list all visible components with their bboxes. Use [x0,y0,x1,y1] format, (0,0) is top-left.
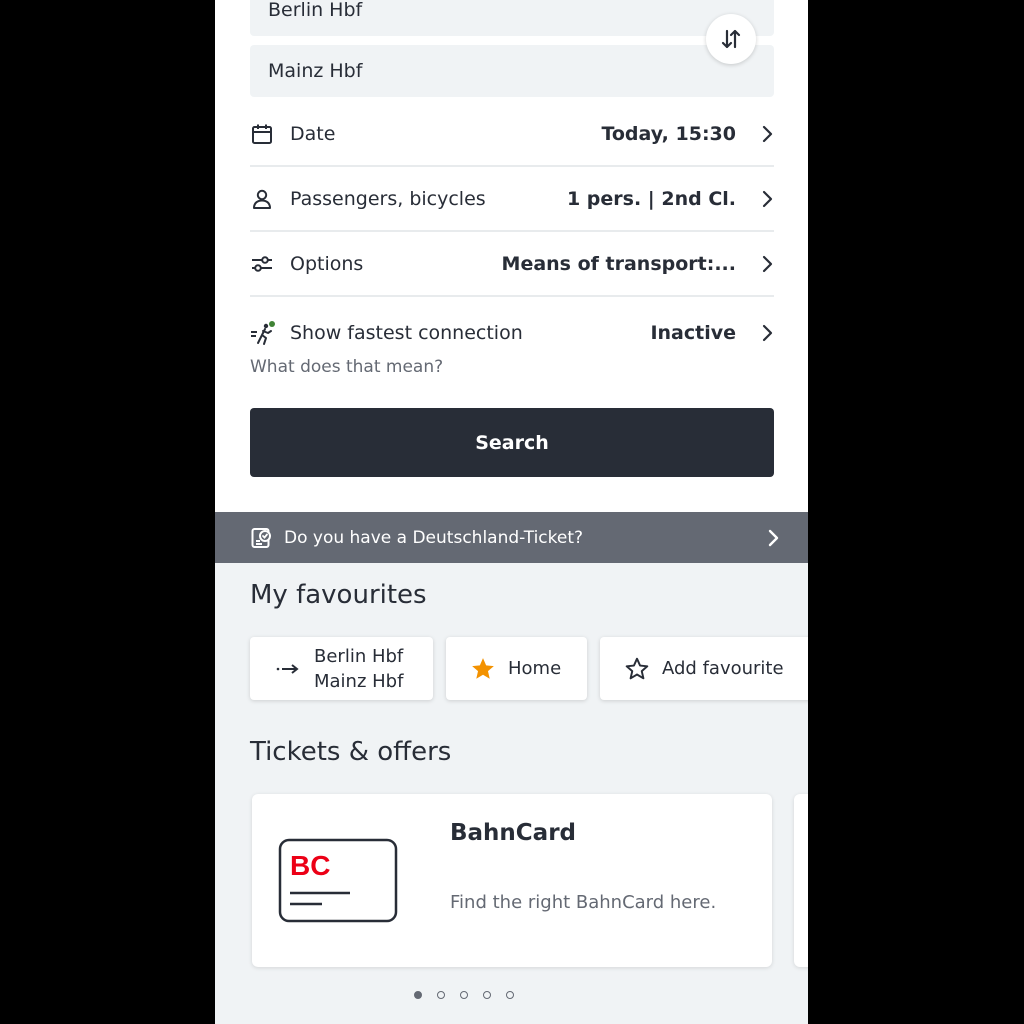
favourite-home-card[interactable]: Home [446,637,587,700]
search-panel: Berlin Hbf Mainz Hbf Date Today, 15:30 P… [215,0,808,512]
add-favourite-button[interactable]: Add favourite [600,637,808,700]
bahncard-offer-card[interactable]: BC BahnCard Find the right BahnCard here… [252,794,772,967]
offer-card-title: BahnCard [450,820,577,846]
favourite-route-to: Mainz Hbf [314,670,404,692]
offer-card-description: Find the right BahnCard here. [450,892,717,913]
favourite-route-from: Berlin Hbf [314,645,404,667]
pager-dot[interactable] [436,991,445,999]
swap-arrows-icon [721,29,741,49]
pager-dot[interactable] [413,991,422,999]
pager-dot[interactable] [482,991,491,999]
pager-dot[interactable] [459,991,468,999]
pager-dot[interactable] [505,991,514,999]
bahncard-logo-text: BC [290,850,331,881]
swap-stations-button[interactable] [706,14,756,64]
search-button-label: Search [475,431,549,454]
fastest-connection-label: Show fastest connection [290,322,523,344]
phone-screen: Berlin Hbf Mainz Hbf Date Today, 15:30 P… [215,0,808,1024]
arrow-right-icon [276,663,302,675]
passengers-value: 1 pers. | 2nd Cl. [566,188,736,210]
running-person-icon [250,319,278,347]
person-icon [250,185,278,213]
favourite-route-card[interactable]: Berlin Hbf Mainz Hbf [250,637,433,700]
options-row[interactable]: Options Means of transport:... [250,233,774,297]
chevron-right-icon [766,528,780,548]
date-value: Today, 15:30 [601,123,736,145]
favourites-title: My favourites [250,580,427,610]
to-station-value: Mainz Hbf [268,60,363,82]
date-label: Date [290,123,336,145]
chevron-right-icon [748,121,774,147]
fastest-connection-value: Inactive [650,322,736,344]
offers-pager [215,991,760,999]
ticket-icon [250,525,276,551]
from-station-value: Berlin Hbf [268,0,363,21]
search-button[interactable]: Search [250,408,774,477]
options-label: Options [290,253,364,275]
chevron-right-icon [748,320,774,346]
calendar-icon [250,120,278,148]
star-outline-icon [624,656,650,682]
chevron-right-icon [748,251,774,277]
to-station-field[interactable]: Mainz Hbf [250,45,774,97]
star-filled-icon [470,656,496,682]
date-row[interactable]: Date Today, 15:30 [250,103,774,167]
sliders-icon [250,250,278,278]
offers-title: Tickets & offers [250,737,452,767]
favourite-route-text: Berlin Hbf Mainz Hbf [314,644,403,694]
passengers-label: Passengers, bicycles [290,188,486,210]
passengers-row[interactable]: Passengers, bicycles 1 pers. | 2nd Cl. [250,168,774,232]
deutschland-ticket-banner[interactable]: Do you have a Deutschland-Ticket? [215,512,808,563]
what-does-that-mean-link[interactable]: What does that mean? [250,357,443,377]
chevron-right-icon [748,186,774,212]
next-offer-card[interactable] [794,794,808,967]
from-station-field[interactable]: Berlin Hbf [250,0,774,36]
add-favourite-label: Add favourite [662,658,784,679]
favourite-home-label: Home [508,658,562,679]
deutschland-ticket-label: Do you have a Deutschland-Ticket? [284,527,584,548]
options-value: Means of transport:... [501,253,736,275]
fastest-connection-row[interactable]: Show fastest connection Inactive [250,301,774,365]
